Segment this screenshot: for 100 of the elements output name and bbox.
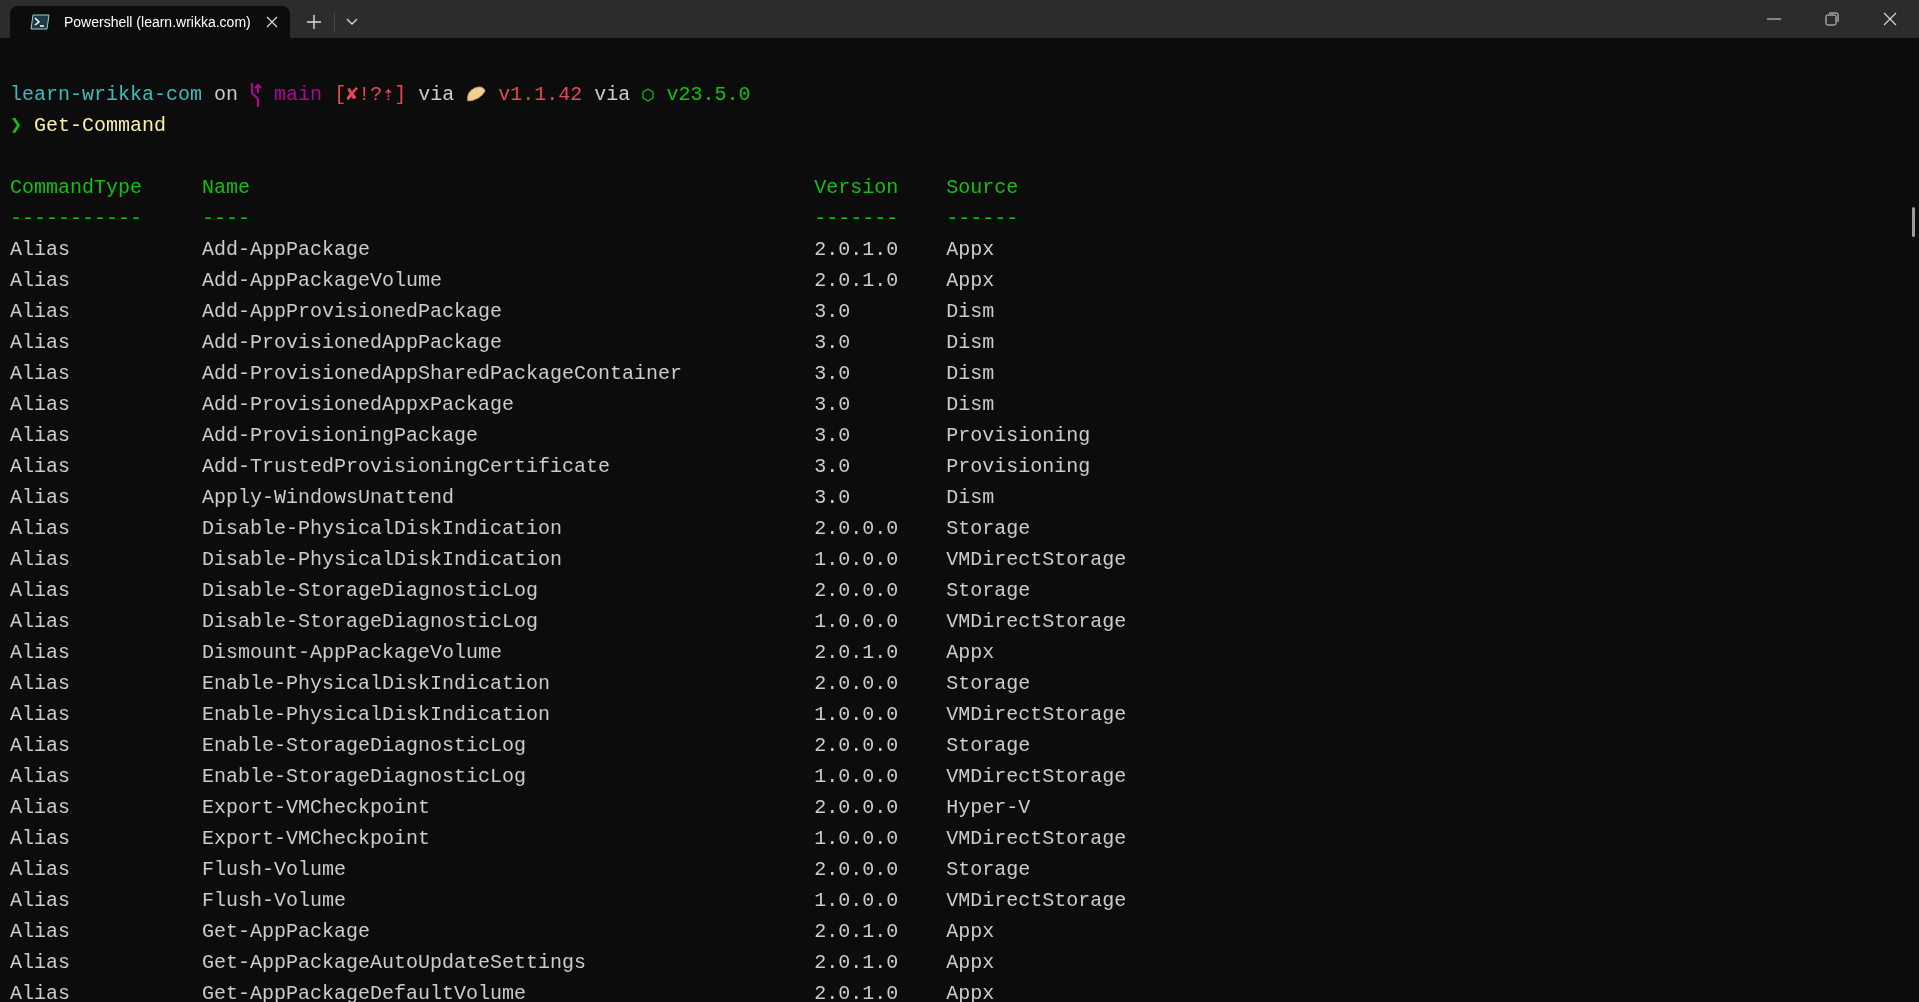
table-cell: 2.0.0.0 [814, 579, 899, 602]
table-cell: Alias [10, 238, 70, 261]
table-cell: Alias [10, 579, 70, 602]
table-cell: Appx [946, 920, 995, 943]
tab-title: Powershell (learn.wrikka.com) [64, 14, 252, 30]
table-cell: Appx [946, 238, 995, 261]
table-cell: Alias [10, 641, 70, 664]
table-cell: Alias [10, 951, 70, 974]
table-cell: 2.0.0.0 [814, 734, 899, 757]
column-header: CommandType [10, 176, 143, 199]
command-text: Get-Command [34, 113, 167, 139]
table-cell: 2.0.1.0 [814, 238, 899, 261]
table-cell: Alias [10, 703, 70, 726]
terminal-tab[interactable]: Powershell (learn.wrikka.com) [10, 6, 290, 38]
table-cell: Storage [946, 672, 1031, 695]
restore-icon[interactable] [1825, 12, 1839, 26]
table-cell: 2.0.1.0 [814, 951, 899, 974]
table-cell: Alias [10, 827, 70, 850]
table-cell: Storage [946, 579, 1031, 602]
chevron-down-icon[interactable] [346, 18, 358, 26]
table-cell: Dism [946, 300, 995, 323]
table-cell: Export-VMCheckpoint [202, 796, 431, 819]
table-cell: VMDirectStorage [946, 703, 1127, 726]
table-cell: Alias [10, 455, 70, 478]
table-cell: Enable-StorageDiagnosticLog [202, 734, 527, 757]
scrollbar-thumb[interactable] [1912, 207, 1915, 237]
table-cell: Alias [10, 858, 70, 881]
close-icon[interactable] [1883, 12, 1897, 26]
table-cell: Export-VMCheckpoint [202, 827, 431, 850]
table-cell: Storage [946, 858, 1031, 881]
table-cell: Dism [946, 362, 995, 385]
plus-icon[interactable] [307, 15, 321, 29]
table-cell: Alias [10, 548, 70, 571]
close-tab-button[interactable] [266, 16, 278, 28]
table-cell: Alias [10, 393, 70, 416]
table-cell: 2.0.0.0 [814, 858, 899, 881]
column-header: Name [202, 176, 251, 199]
table-cell: Appx [946, 269, 995, 292]
table-cell: 2.0.1.0 [814, 982, 899, 1002]
table-cell: Storage [946, 517, 1031, 540]
table-cell: VMDirectStorage [946, 765, 1127, 788]
prompt-symbol: ❯ [10, 113, 23, 139]
table-cell: Dismount-AppPackageVolume [202, 641, 503, 664]
header-underline: ----------- [10, 207, 143, 230]
table-cell: Appx [946, 951, 995, 974]
table-cell: Alias [10, 486, 70, 509]
table-cell: Alias [10, 269, 70, 292]
table-cell: VMDirectStorage [946, 610, 1127, 633]
prompt-text: via [594, 82, 631, 108]
table-cell: Alias [10, 300, 70, 323]
git-status: [✘!?⇡] [334, 82, 407, 108]
table-cell: 3.0 [814, 455, 851, 478]
prompt-text: on [214, 82, 239, 108]
table-cell: 1.0.0.0 [814, 703, 899, 726]
table-cell: Alias [10, 331, 70, 354]
table-cell: Storage [946, 734, 1031, 757]
table-cell: Add-ProvisionedAppPackage [202, 331, 503, 354]
table-cell: Enable-StorageDiagnosticLog [202, 765, 527, 788]
table-cell: 1.0.0.0 [814, 889, 899, 912]
table-cell: VMDirectStorage [946, 548, 1127, 571]
table-cell: Enable-PhysicalDiskIndication [202, 703, 551, 726]
header-underline: ------ [946, 207, 1019, 230]
table-cell: 3.0 [814, 300, 851, 323]
table-cell: Provisioning [946, 455, 1091, 478]
table-cell: Disable-PhysicalDiskIndication [202, 517, 563, 540]
table-cell: 1.0.0.0 [814, 610, 899, 633]
table-cell: Provisioning [946, 424, 1091, 447]
column-header: Source [946, 176, 1019, 199]
git-branch-icon [250, 82, 263, 107]
table-cell: Alias [10, 362, 70, 385]
table-cell: Alias [10, 982, 70, 1002]
hexagon-icon [642, 87, 655, 102]
table-cell: 1.0.0.0 [814, 548, 899, 571]
table-cell: Alias [10, 672, 70, 695]
table-cell: Hyper-V [946, 796, 1031, 819]
table-cell: Alias [10, 424, 70, 447]
table-cell: Alias [10, 610, 70, 633]
table-cell: Add-AppProvisionedPackage [202, 300, 503, 323]
bun-version: v1.1.42 [498, 82, 583, 108]
directory-name: learn-wrikka-com [10, 82, 203, 108]
powershell-icon [30, 14, 50, 30]
table-cell: Dism [946, 486, 995, 509]
table-cell: Add-ProvisionedAppSharedPackageContainer [202, 362, 683, 385]
table-cell: 1.0.0.0 [814, 827, 899, 850]
table-cell: Flush-Volume [202, 889, 347, 912]
table-cell: Add-AppPackageVolume [202, 269, 443, 292]
bun-icon [466, 85, 487, 104]
table-cell: Disable-StorageDiagnosticLog [202, 610, 539, 633]
table-cell: 3.0 [814, 362, 851, 385]
table-cell: 1.0.0.0 [814, 765, 899, 788]
table-cell: Add-ProvisioningPackage [202, 424, 479, 447]
header-underline: ---- [202, 207, 251, 230]
table-cell: Appx [946, 641, 995, 664]
table-cell: Get-AppPackageAutoUpdateSettings [202, 951, 587, 974]
table-cell: Alias [10, 734, 70, 757]
table-cell: Alias [10, 920, 70, 943]
table-cell: 2.0.0.0 [814, 517, 899, 540]
table-cell: 3.0 [814, 486, 851, 509]
table-cell: VMDirectStorage [946, 827, 1127, 850]
column-header: Version [814, 176, 899, 199]
